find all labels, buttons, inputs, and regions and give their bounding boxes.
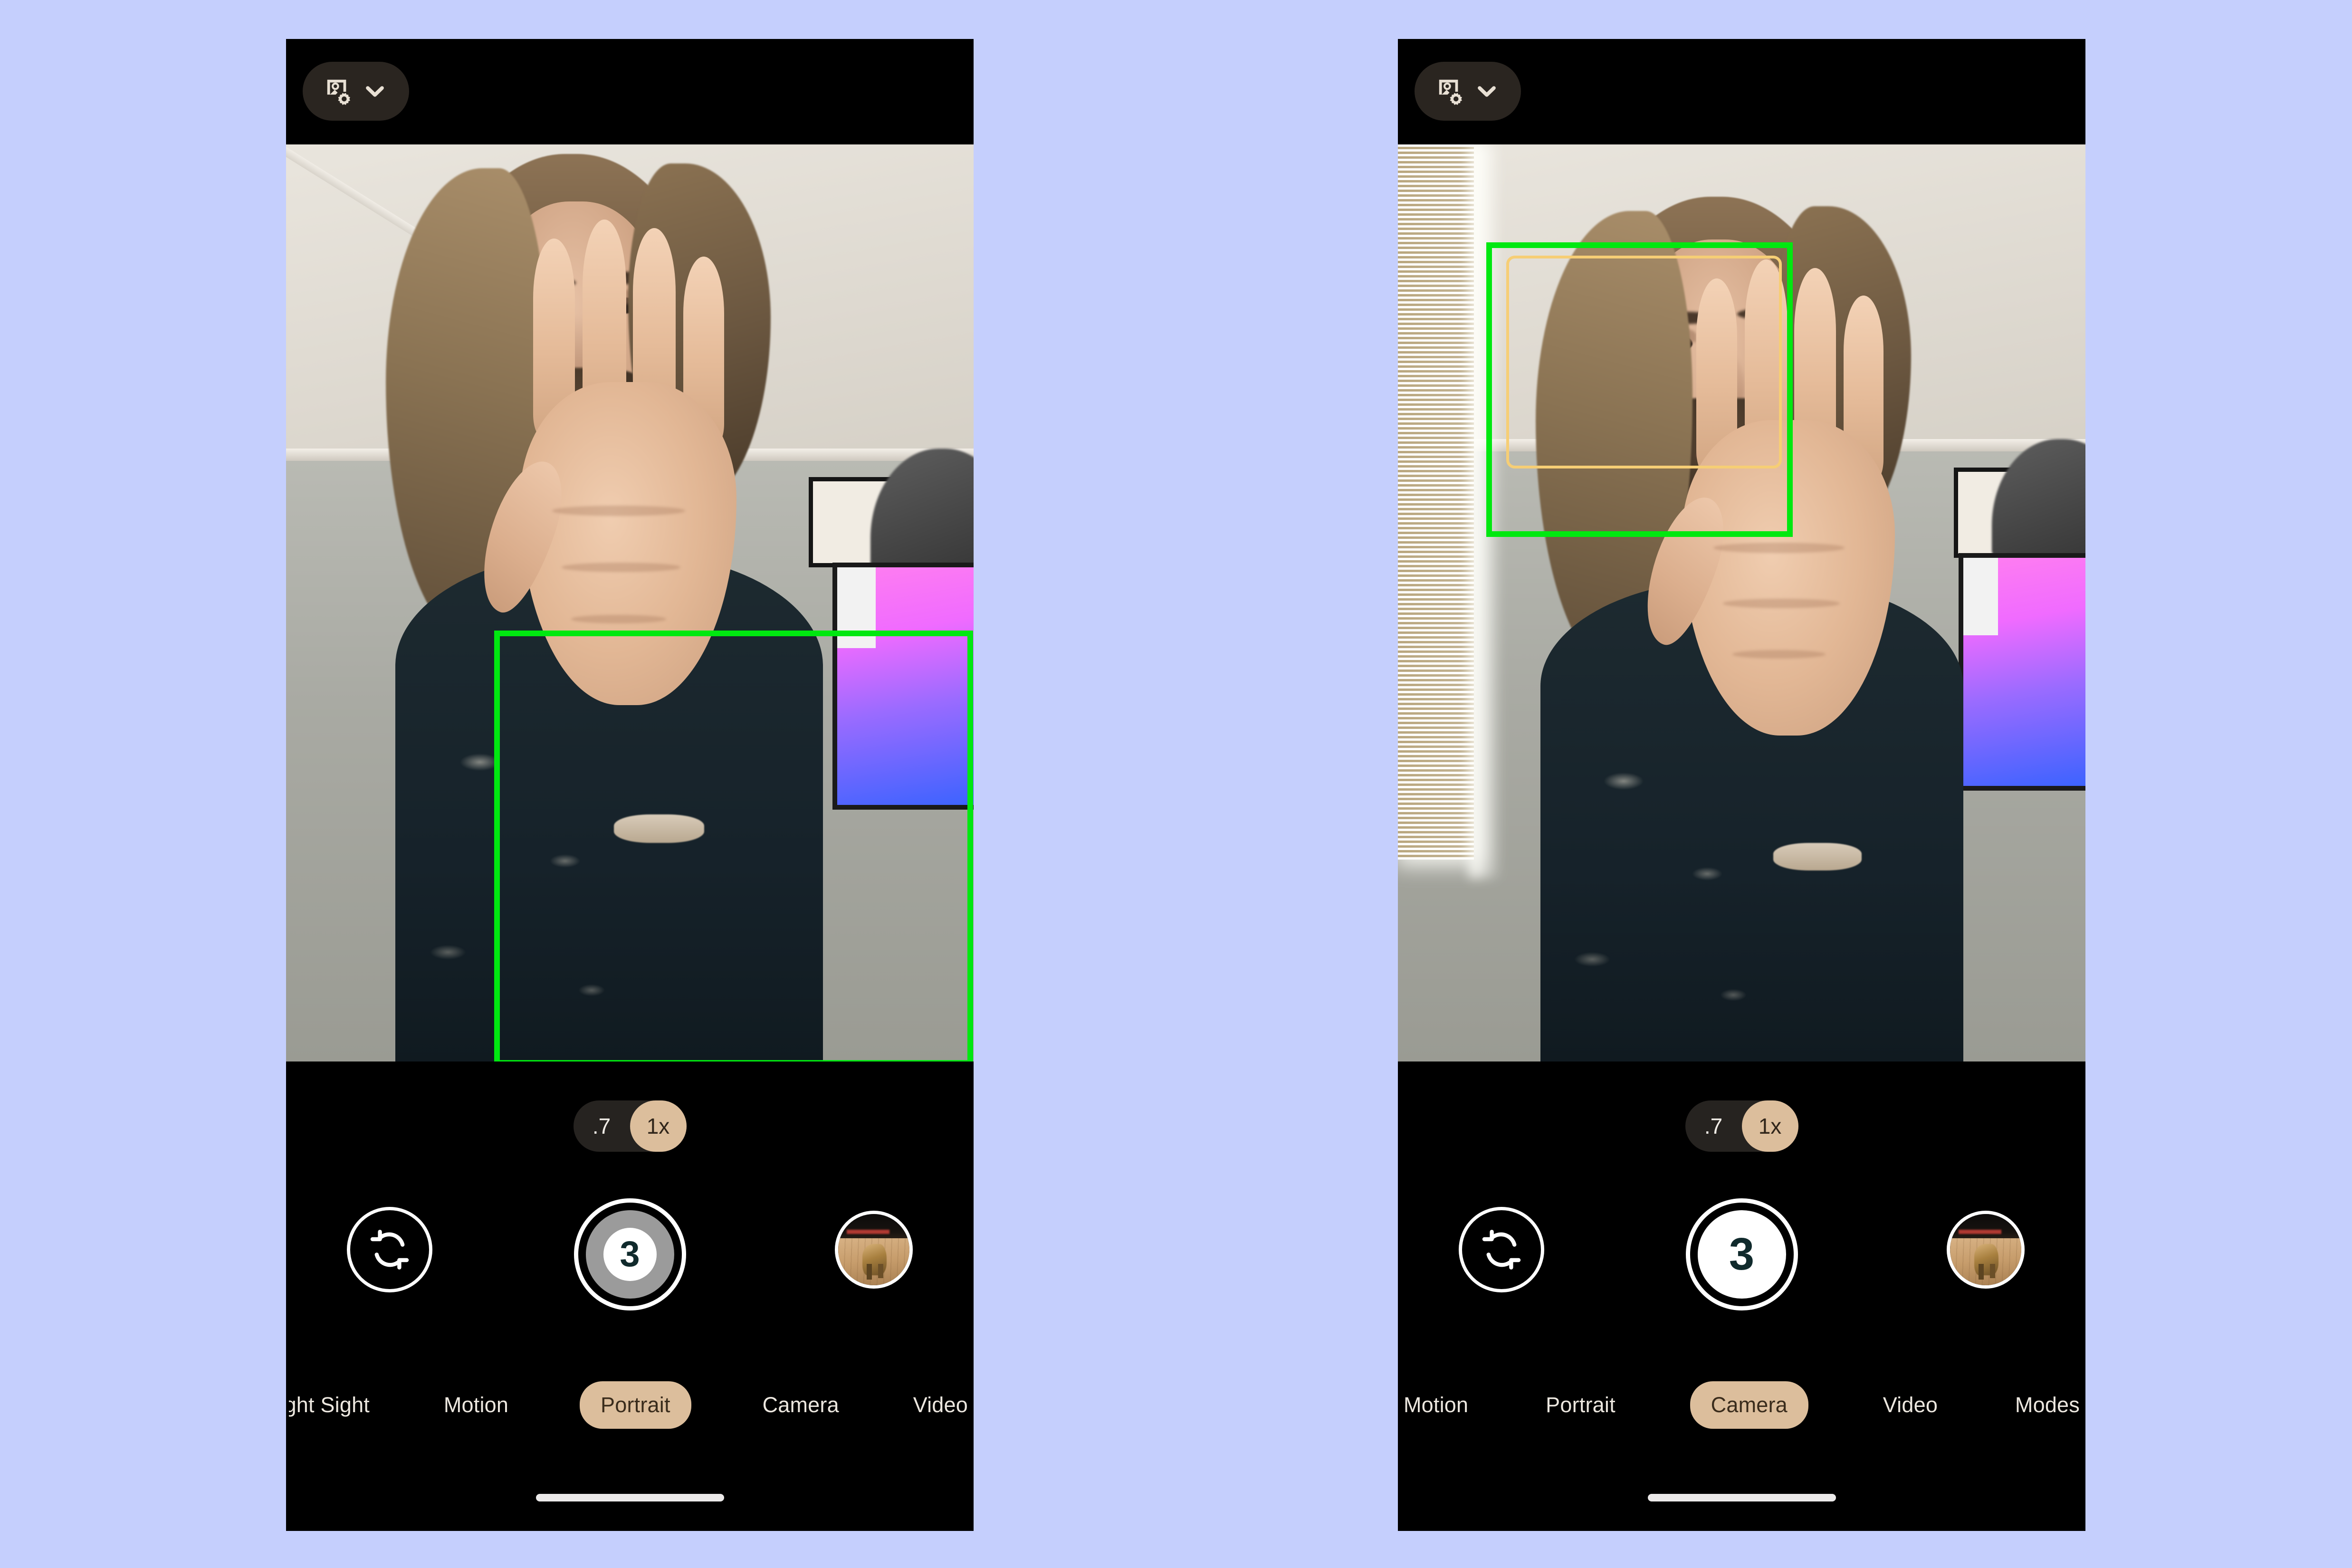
zoom-option-07[interactable]: .7 xyxy=(574,1100,630,1152)
phone-screenshot-right: .7 1x 3 Motion Portrait Camera Video Mod… xyxy=(1398,39,2085,1531)
flip-camera-icon xyxy=(1482,1230,1521,1270)
flip-camera-button[interactable] xyxy=(347,1207,432,1292)
timer-count: 3 xyxy=(620,1234,640,1274)
mode-modes[interactable]: Modes xyxy=(2012,1393,2083,1417)
gallery-thumbnail-button[interactable] xyxy=(1947,1211,2025,1289)
computer-monitor xyxy=(832,563,974,810)
camera-top-bar xyxy=(1398,39,2085,144)
mode-night-sight[interactable]: Night Sight xyxy=(289,1393,373,1417)
camera-mode-selector[interactable]: Motion Portrait Camera Video Modes xyxy=(1398,1369,2085,1441)
window-light-glow xyxy=(1469,144,1502,878)
camera-settings-button[interactable] xyxy=(1415,62,1521,121)
flip-camera-icon xyxy=(370,1230,409,1270)
camera-controls: .7 1x 3 xyxy=(286,1061,974,1531)
camera-preview-scene xyxy=(1398,144,2085,1061)
mode-video[interactable]: Video xyxy=(910,1393,971,1417)
shutter-ring: 3 xyxy=(585,1210,674,1299)
photo-settings-icon xyxy=(327,79,350,105)
computer-monitor xyxy=(1959,553,2085,791)
mode-motion[interactable]: Motion xyxy=(1401,1393,1471,1417)
photo-settings-icon xyxy=(1439,79,1462,105)
chevron-down-icon xyxy=(1478,86,1496,97)
shutter-core: 3 xyxy=(1729,1232,1754,1277)
shutter-core: 3 xyxy=(603,1228,657,1281)
mode-camera[interactable]: Camera xyxy=(760,1393,842,1417)
flip-camera-button[interactable] xyxy=(1459,1207,1544,1292)
shutter-button[interactable]: 3 xyxy=(1685,1198,1798,1310)
mode-motion[interactable]: Motion xyxy=(441,1393,511,1417)
shutter-button[interactable]: 3 xyxy=(574,1198,686,1310)
zoom-option-1x[interactable]: 1x xyxy=(630,1100,687,1152)
phone-screenshot-left: .7 1x 3 ght Sight Motion Portrait Camera… xyxy=(286,39,974,1531)
timer-count: 3 xyxy=(1729,1229,1755,1280)
mode-video[interactable]: Video xyxy=(1880,1393,1941,1417)
camera-controls: .7 1x 3 xyxy=(1398,1061,2085,1531)
gallery-thumbnail-image xyxy=(838,1214,909,1285)
camera-viewfinder[interactable] xyxy=(1398,144,2085,1061)
shutter-ring: 3 xyxy=(1697,1210,1786,1299)
camera-mode-selector[interactable]: Night Sight Motion Portrait Camera Video xyxy=(286,1369,974,1441)
camera-preview-scene xyxy=(286,144,974,1061)
mode-portrait[interactable]: Portrait xyxy=(1543,1393,1618,1417)
camera-action-row: 3 xyxy=(286,1198,974,1312)
zoom-selector[interactable]: .7 1x xyxy=(1685,1100,1798,1152)
camera-settings-button[interactable] xyxy=(303,62,409,121)
mode-camera[interactable]: Camera xyxy=(1690,1381,1808,1429)
camera-viewfinder[interactable] xyxy=(286,144,974,1061)
gallery-thumbnail-image xyxy=(1950,1214,2021,1285)
gallery-thumbnail-button[interactable] xyxy=(835,1211,913,1289)
zoom-option-07[interactable]: .7 xyxy=(1685,1100,1742,1152)
camera-top-bar xyxy=(286,39,974,144)
home-indicator[interactable] xyxy=(535,1494,724,1501)
window-blinds xyxy=(1398,144,1474,860)
mode-portrait[interactable]: Portrait xyxy=(580,1381,691,1429)
camera-action-row: 3 xyxy=(1398,1198,2085,1312)
zoom-selector[interactable]: .7 1x xyxy=(573,1100,687,1152)
zoom-option-1x[interactable]: 1x xyxy=(1741,1100,1798,1152)
home-indicator[interactable] xyxy=(1647,1494,1836,1501)
chevron-down-icon xyxy=(366,86,384,97)
